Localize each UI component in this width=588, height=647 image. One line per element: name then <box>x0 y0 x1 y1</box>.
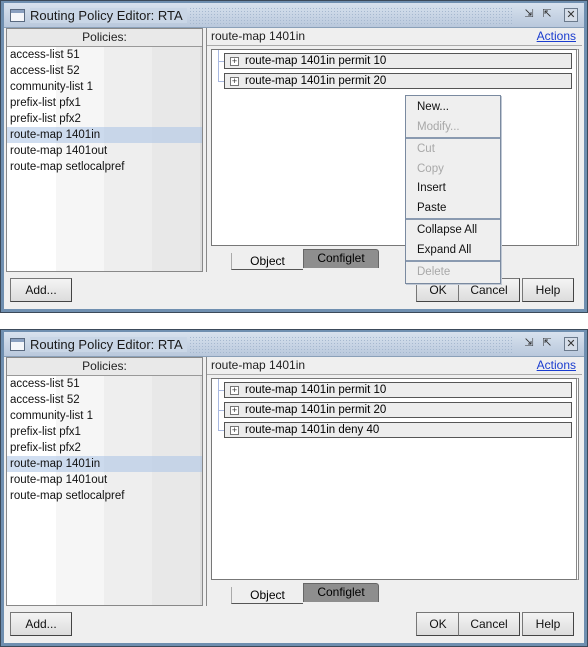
tab-object[interactable]: Object <box>231 587 303 604</box>
policy-list-item[interactable]: route-map 1401in <box>7 456 202 472</box>
policy-detail-header: route-map 1401in Actions <box>207 28 582 46</box>
view-tabs: Object Configlet <box>231 249 379 270</box>
tree-node[interactable]: + route-map 1401in permit 20 <box>224 73 572 89</box>
policy-list-item[interactable]: community-list 1 <box>7 79 202 95</box>
button-bar: Add... OK Cancel Help <box>4 606 584 643</box>
policies-header: Policies: <box>7 358 202 376</box>
policy-detail-pane: route-map 1401in Actions + route-map 1401… <box>206 28 582 272</box>
policy-tree: + route-map 1401in permit 10 + route-map 14… <box>211 378 579 580</box>
menu-item-insert[interactable]: Insert <box>406 179 500 199</box>
tab-object[interactable]: Object <box>231 253 303 270</box>
policies-pane: Policies: access-list 51 access-list 52 co… <box>6 357 203 606</box>
actions-link[interactable]: Actions <box>537 28 576 45</box>
tree-node[interactable]: + route-map 1401in permit 10 <box>224 53 572 69</box>
tree-node-label: route-map 1401in permit 20 <box>245 404 387 416</box>
add-button[interactable]: Add... <box>10 278 72 302</box>
window-icon <box>10 337 25 351</box>
policy-detail-title: route-map 1401in <box>211 29 306 43</box>
policy-list-item[interactable]: route-map 1401out <box>7 472 202 488</box>
policy-list-item[interactable]: route-map setlocalpref <box>7 159 202 175</box>
policy-list-item[interactable]: prefix-list pfx2 <box>7 440 202 456</box>
cancel-button[interactable]: Cancel <box>458 612 520 636</box>
maximize-icon[interactable]: ⇱ <box>540 337 554 351</box>
menu-item-paste[interactable]: Paste <box>406 199 500 219</box>
tree-connector-line <box>218 50 219 81</box>
expand-icon[interactable]: + <box>230 386 239 395</box>
view-tabs: Object Configlet <box>231 583 379 604</box>
tree-node[interactable]: + route-map 1401in deny 40 <box>224 422 572 438</box>
title-bar[interactable]: Routing Policy Editor: RTA ⇲ ⇱ ✕ <box>4 332 584 357</box>
window-title: Routing Policy Editor: RTA <box>30 336 187 352</box>
policy-list-item[interactable]: route-map 1401out <box>7 143 202 159</box>
close-icon[interactable]: ✕ <box>564 8 578 22</box>
maximize-icon[interactable]: ⇱ <box>540 8 554 22</box>
menu-item-collapse-all[interactable]: Collapse All <box>406 221 500 241</box>
policy-detail-title: route-map 1401in <box>211 358 306 372</box>
policy-list-item[interactable]: community-list 1 <box>7 408 202 424</box>
policy-list-item[interactable]: access-list 51 <box>7 47 202 63</box>
tree-node[interactable]: + route-map 1401in permit 20 <box>224 402 572 418</box>
policy-list-item[interactable]: prefix-list pfx1 <box>7 424 202 440</box>
title-bar-grip <box>188 335 514 353</box>
expand-icon[interactable]: + <box>230 406 239 415</box>
menu-separator <box>406 137 500 139</box>
policy-list-item[interactable]: route-map 1401in <box>7 127 202 143</box>
menu-separator <box>406 260 500 262</box>
expand-icon[interactable]: + <box>230 57 239 66</box>
policy-tree: + route-map 1401in permit 10 + route-map 14… <box>211 49 579 246</box>
policy-list-item[interactable]: route-map setlocalpref <box>7 488 202 504</box>
window-content: Policies: access-list 51 access-list 52 co… <box>4 357 584 643</box>
policies-list: access-list 51 access-list 52 community-li… <box>7 47 202 271</box>
close-icon[interactable]: ✕ <box>564 337 578 351</box>
tree-connector-line <box>218 379 219 430</box>
menu-item-copy: Copy <box>417 162 444 175</box>
expand-icon[interactable]: + <box>230 77 239 86</box>
ok-button[interactable]: OK <box>416 612 460 636</box>
tree-node-label: route-map 1401in permit 10 <box>245 55 387 67</box>
restore-icon[interactable]: ⇲ <box>522 337 536 351</box>
help-button[interactable]: Help <box>522 278 574 302</box>
add-button[interactable]: Add... <box>10 612 72 636</box>
policy-list-item[interactable]: access-list 51 <box>7 376 202 392</box>
actions-link[interactable]: Actions <box>537 357 576 374</box>
menu-separator <box>406 218 500 220</box>
help-button[interactable]: Help <box>522 612 574 636</box>
routing-policy-editor-window-2: Routing Policy Editor: RTA ⇲ ⇱ ✕ Policie… <box>0 329 588 647</box>
menu-item-modify: Modify... <box>417 120 460 133</box>
tree-node-label: route-map 1401in permit 10 <box>245 384 387 396</box>
policies-pane: Policies: access-list 51 access-list 52 co… <box>6 28 203 272</box>
policy-list-item[interactable]: prefix-list pfx1 <box>7 95 202 111</box>
title-bar[interactable]: Routing Policy Editor: RTA ⇲ ⇱ ✕ <box>4 3 584 28</box>
policy-list-item[interactable]: prefix-list pfx2 <box>7 111 202 127</box>
window-title: Routing Policy Editor: RTA <box>30 7 187 23</box>
tree-node-label: route-map 1401in deny 40 <box>245 424 380 436</box>
tab-configlet[interactable]: Configlet <box>303 583 379 602</box>
title-bar-grip <box>188 6 514 24</box>
policy-list-item[interactable]: access-list 52 <box>7 63 202 79</box>
policy-list-item[interactable]: access-list 52 <box>7 392 202 408</box>
tree-node-label: route-map 1401in permit 20 <box>245 75 387 87</box>
menu-item-expand-all[interactable]: Expand All <box>406 241 500 261</box>
policies-list: access-list 51 access-list 52 community-li… <box>7 376 202 605</box>
restore-icon[interactable]: ⇲ <box>522 8 536 22</box>
tab-configlet[interactable]: Configlet <box>303 249 379 268</box>
policies-header: Policies: <box>7 29 202 47</box>
menu-item-delete: Delete <box>417 266 451 278</box>
policy-detail-header: route-map 1401in Actions <box>207 357 582 375</box>
context-menu: New... Modify... Cut Copy Insert Paste Collaps… <box>405 95 501 284</box>
tree-node[interactable]: + route-map 1401in permit 10 <box>224 382 572 398</box>
expand-icon[interactable]: + <box>230 426 239 435</box>
menu-item-new[interactable]: New... <box>406 98 500 118</box>
window-icon <box>10 8 25 22</box>
menu-item-cut: Cut <box>417 143 435 155</box>
policy-detail-pane: route-map 1401in Actions + route-map 1401… <box>206 357 582 606</box>
